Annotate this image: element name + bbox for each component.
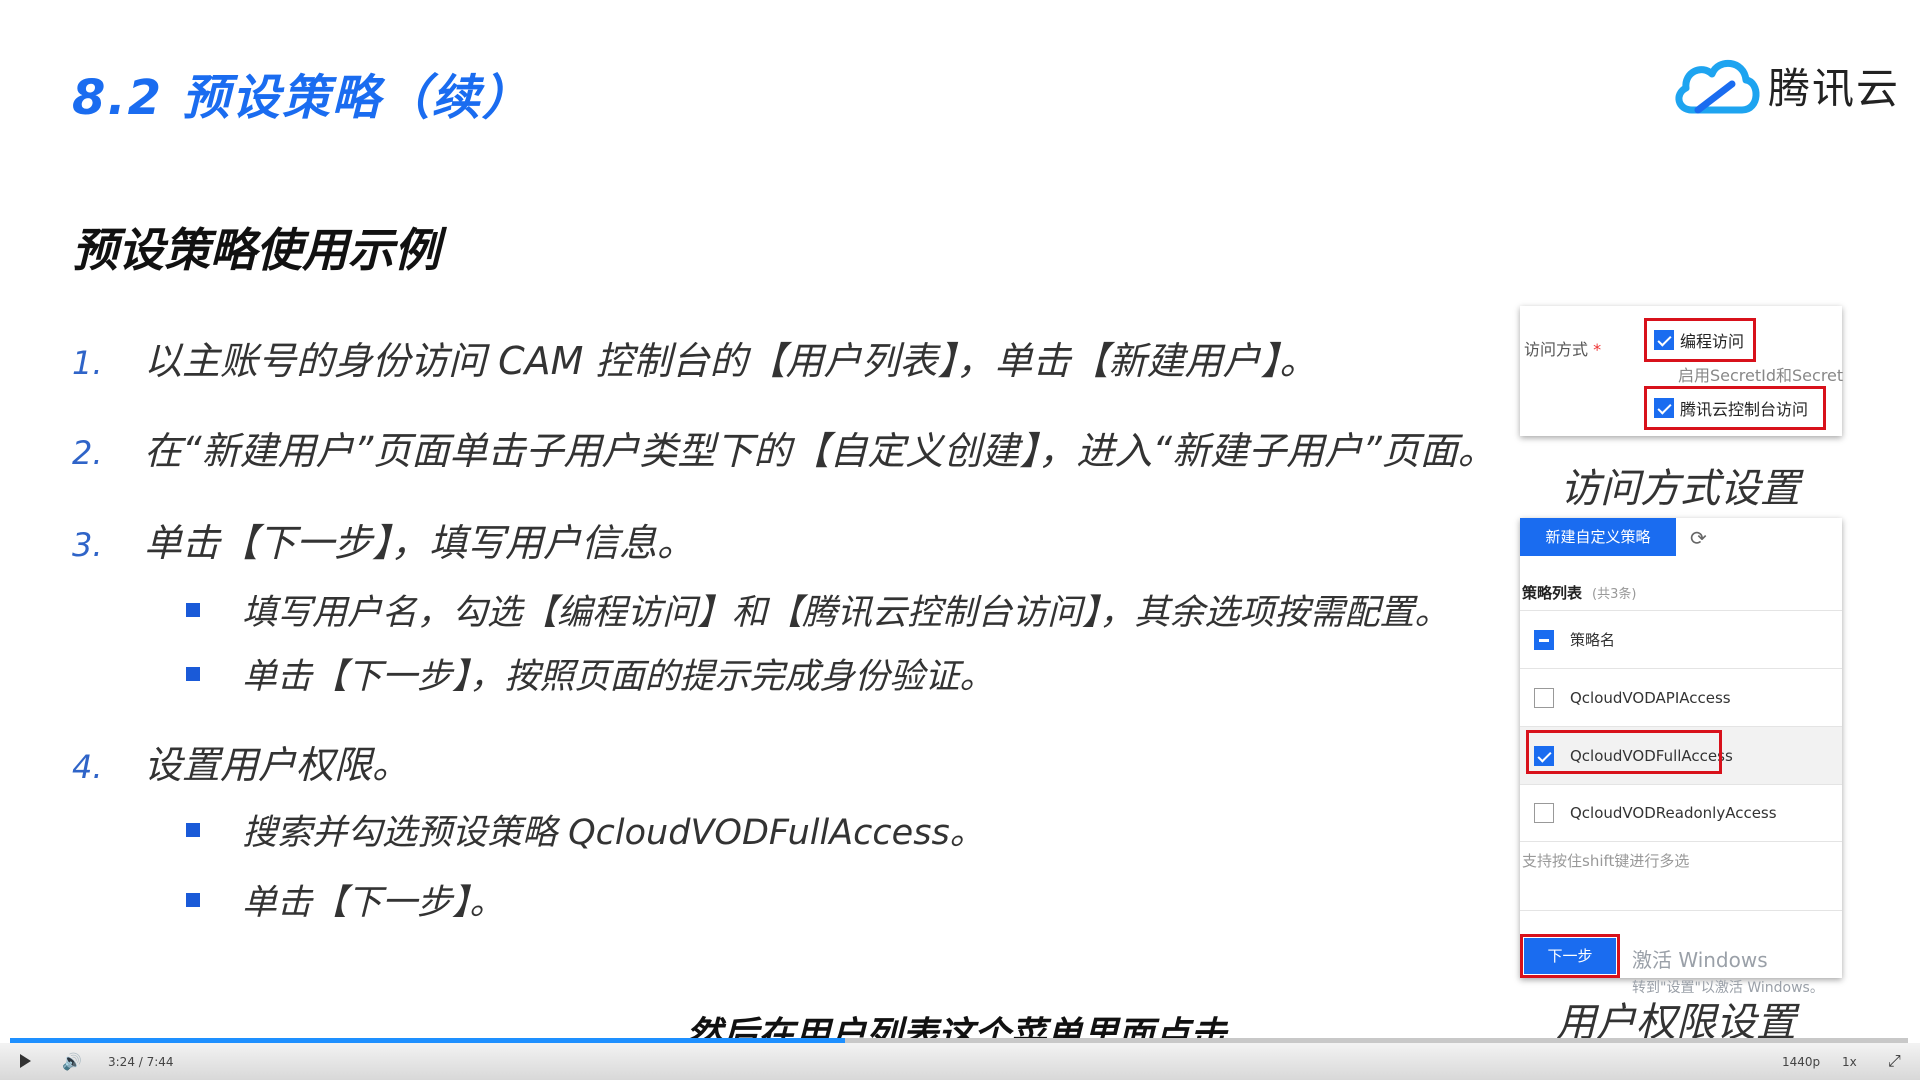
policy-count: (共3条) — [1592, 587, 1637, 602]
table-row[interactable]: QcloudVODAPIAccess — [1520, 668, 1842, 726]
programmatic-access-checkbox[interactable]: 编程访问 — [1654, 328, 1744, 352]
highlight-box — [1526, 730, 1722, 774]
step-text: 以主账号的身份访问 CAM 控制台的【用户列表】，单击【新建用户】。 — [144, 339, 1318, 383]
access-method-label: 访问方式 * — [1524, 336, 1601, 360]
substep-3a: 填写用户名，勾选【编程访问】和【腾讯云控制台访问】，其余选项按需配置。 — [186, 584, 1450, 635]
section-subtitle: 预设策略使用示例 — [72, 223, 440, 277]
policy-header-row: 策略名 — [1520, 610, 1842, 668]
speed-selector[interactable]: 1x — [1842, 1055, 1857, 1069]
row-checkbox[interactable] — [1534, 803, 1554, 823]
bullet-icon — [186, 823, 200, 837]
divider — [1520, 910, 1842, 911]
step-1: 1. 以主账号的身份访问 CAM 控制台的【用户列表】，单击【新建用户】。 — [72, 330, 1317, 385]
programmatic-access-label: 编程访问 — [1680, 332, 1745, 351]
step-number: 4. — [72, 748, 103, 786]
step-4: 4. 设置用户权限。 — [72, 734, 410, 789]
access-method-label-text: 访问方式 — [1524, 340, 1589, 359]
step-number: 1. — [72, 344, 103, 382]
fullscreen-icon[interactable]: ⤢ — [1888, 1051, 1901, 1071]
watermark-line2: 转到"设置"以激活 Windows。 — [1632, 980, 1824, 996]
bullet-icon — [186, 603, 200, 617]
checkbox-checked-icon — [1654, 398, 1674, 418]
substep-text: 搜索并勾选预设策略 QcloudVODFullAccess。 — [242, 813, 985, 853]
required-mark: * — [1593, 340, 1602, 359]
select-all-checkbox[interactable] — [1534, 629, 1554, 650]
slide-title: 8.2 预设策略（续） — [72, 70, 532, 126]
logo-text: 腾讯云 — [1768, 63, 1901, 113]
policy-name-header: 策略名 — [1570, 631, 1616, 649]
policy-list-title: 策略列表 (共3条) — [1522, 582, 1636, 603]
step-2: 2. 在“新建用户”页面单击子用户类型下的【自定义创建】，进入“新建子用户”页面。 — [72, 420, 1496, 475]
substep-3b: 单击【下一步】，按照页面的提示完成身份验证。 — [186, 648, 995, 699]
next-step-button[interactable]: 下一步 — [1524, 938, 1616, 974]
substep-text: 单击【下一步】，按照页面的提示完成身份验证。 — [242, 657, 995, 697]
new-custom-policy-button[interactable]: 新建自定义策略 — [1520, 518, 1676, 556]
policy-list-title-text: 策略列表 — [1522, 584, 1583, 602]
refresh-icon[interactable]: ⟳ — [1690, 526, 1707, 550]
windows-activation-watermark: 激活 Windows 转到"设置"以激活 Windows。 — [1632, 944, 1824, 997]
step-number: 2. — [72, 434, 103, 472]
substep-text: 填写用户名，勾选【编程访问】和【腾讯云控制台访问】，其余选项按需配置。 — [242, 593, 1450, 633]
step-text: 单击【下一步】，填写用户信息。 — [144, 521, 696, 565]
policy-panel: 新建自定义策略 ⟳ 策略列表 (共3条) 策略名 QcloudVODAPIAcce… — [1520, 518, 1842, 978]
volume-icon[interactable]: 🔊 — [62, 1052, 82, 1071]
substep-4a: 搜索并勾选预设策略 QcloudVODFullAccess。 — [186, 804, 985, 855]
bullet-icon — [186, 893, 200, 907]
tencent-cloud-logo: 腾讯云 — [1672, 54, 1900, 116]
access-method-panel: 访问方式 * 编程访问 启用SecretId和Secret 腾讯云控制台访问 — [1520, 306, 1844, 436]
policy-name: QcloudVODAPIAccess — [1570, 688, 1731, 707]
access-method-caption: 访问方式设置 — [1560, 466, 1800, 512]
substep-4b: 单击【下一步】。 — [186, 874, 505, 925]
quality-selector[interactable]: 1440p — [1782, 1055, 1820, 1069]
bullet-icon — [186, 667, 200, 681]
step-number: 3. — [72, 526, 103, 564]
multiselect-hint: 支持按住shift键进行多选 — [1522, 852, 1690, 870]
slide-stage: 8.2 预设策略（续） 腾讯云 预设策略使用示例 1. 以主账号的身份访问 CAM… — [0, 0, 1920, 1080]
player-controls: 🔊 3:24 / 7:44 1440p 1x ⤢ — [0, 1043, 1920, 1080]
policy-name: QcloudVODReadonlyAccess — [1570, 804, 1777, 822]
secretid-hint: 启用SecretId和Secret — [1678, 366, 1844, 385]
table-row[interactable]: QcloudVODReadonlyAccess — [1520, 784, 1842, 842]
console-access-checkbox[interactable]: 腾讯云控制台访问 — [1654, 396, 1808, 420]
step-3: 3. 单击【下一步】，填写用户信息。 — [72, 512, 695, 567]
checkbox-checked-icon — [1654, 330, 1674, 350]
step-text: 设置用户权限。 — [144, 743, 411, 787]
watermark-line1: 激活 Windows — [1632, 948, 1768, 972]
tencent-cloud-logo-icon — [1675, 60, 1760, 114]
play-icon[interactable] — [20, 1054, 31, 1068]
step-text: 在“新建用户”页面单击子用户类型下的【自定义创建】，进入“新建子用户”页面。 — [144, 429, 1496, 473]
time-display: 3:24 / 7:44 — [108, 1055, 174, 1069]
console-access-label: 腾讯云控制台访问 — [1680, 400, 1809, 419]
substep-text: 单击【下一步】。 — [242, 883, 505, 923]
row-checkbox[interactable] — [1534, 687, 1554, 708]
